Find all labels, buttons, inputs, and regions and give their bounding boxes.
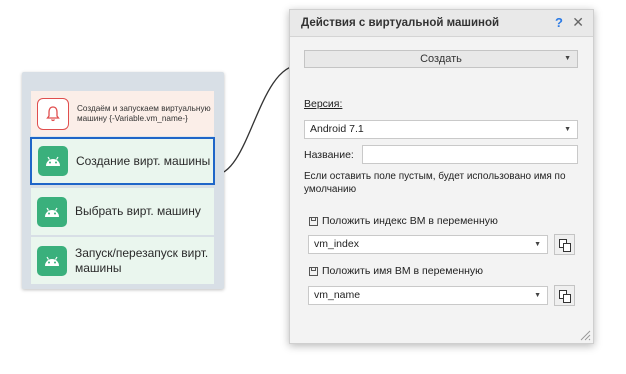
android-icon: [37, 196, 67, 227]
select-vm-block[interactable]: Выбрать вирт. машину: [31, 188, 214, 235]
close-icon[interactable]: ✕: [572, 14, 584, 31]
index-var-select[interactable]: vm_index ▼: [308, 235, 548, 254]
android-icon: [37, 245, 67, 276]
android-icon: [38, 146, 68, 176]
create-vm-block[interactable]: Создание вирт. машины: [30, 137, 215, 185]
save-icon: [309, 217, 318, 226]
vm-actions-dialog: Действия с виртуальной машиной ? ✕ Созда…: [289, 9, 594, 344]
create-vm-block-label: Создание вирт. машины: [76, 153, 211, 168]
name-var-select[interactable]: vm_name ▼: [308, 286, 548, 305]
resize-grip-icon[interactable]: [579, 329, 591, 341]
version-select-value: Android 7.1: [310, 123, 364, 135]
version-select[interactable]: Android 7.1 ▼: [304, 120, 578, 139]
save-icon: [309, 267, 318, 276]
chevron-down-icon: ▼: [564, 126, 571, 133]
bell-icon: [37, 97, 69, 130]
name-var-value: vm_name: [314, 289, 361, 301]
copy-name-button[interactable]: [554, 285, 575, 306]
note-block[interactable]: Создаём и запускаем виртуальную машину {…: [31, 91, 214, 137]
flow-block-group: Создаём и запускаем виртуальную машину {…: [22, 72, 224, 289]
name-label: Название:: [304, 149, 354, 161]
index-var-value: vm_index: [314, 238, 359, 250]
name-input[interactable]: [362, 145, 578, 164]
version-label: Версия:: [304, 98, 343, 110]
restart-vm-block[interactable]: Запуск/перезапуск вирт. машины: [31, 237, 214, 284]
chevron-down-icon: ▼: [534, 292, 541, 299]
name-hint: Если оставить поле пустым, будет использ…: [304, 171, 566, 195]
chevron-down-icon: ▼: [564, 55, 571, 62]
help-icon[interactable]: ?: [555, 15, 563, 30]
name-var-label: Положить имя ВМ в переменную: [322, 265, 484, 277]
copy-index-button[interactable]: [554, 234, 575, 255]
index-var-label: Положить индекс ВМ в переменную: [322, 215, 498, 227]
note-block-label: Создаём и запускаем виртуальную машину {…: [77, 103, 211, 123]
restart-vm-block-label: Запуск/перезапуск вирт. машины: [75, 246, 209, 275]
chevron-down-icon: ▼: [534, 241, 541, 248]
action-dropdown[interactable]: Создать ▼: [304, 50, 578, 68]
dialog-title: Действия с виртуальной машиной: [290, 10, 593, 37]
action-dropdown-value: Создать: [420, 53, 462, 65]
select-vm-block-label: Выбрать вирт. машину: [75, 204, 201, 219]
